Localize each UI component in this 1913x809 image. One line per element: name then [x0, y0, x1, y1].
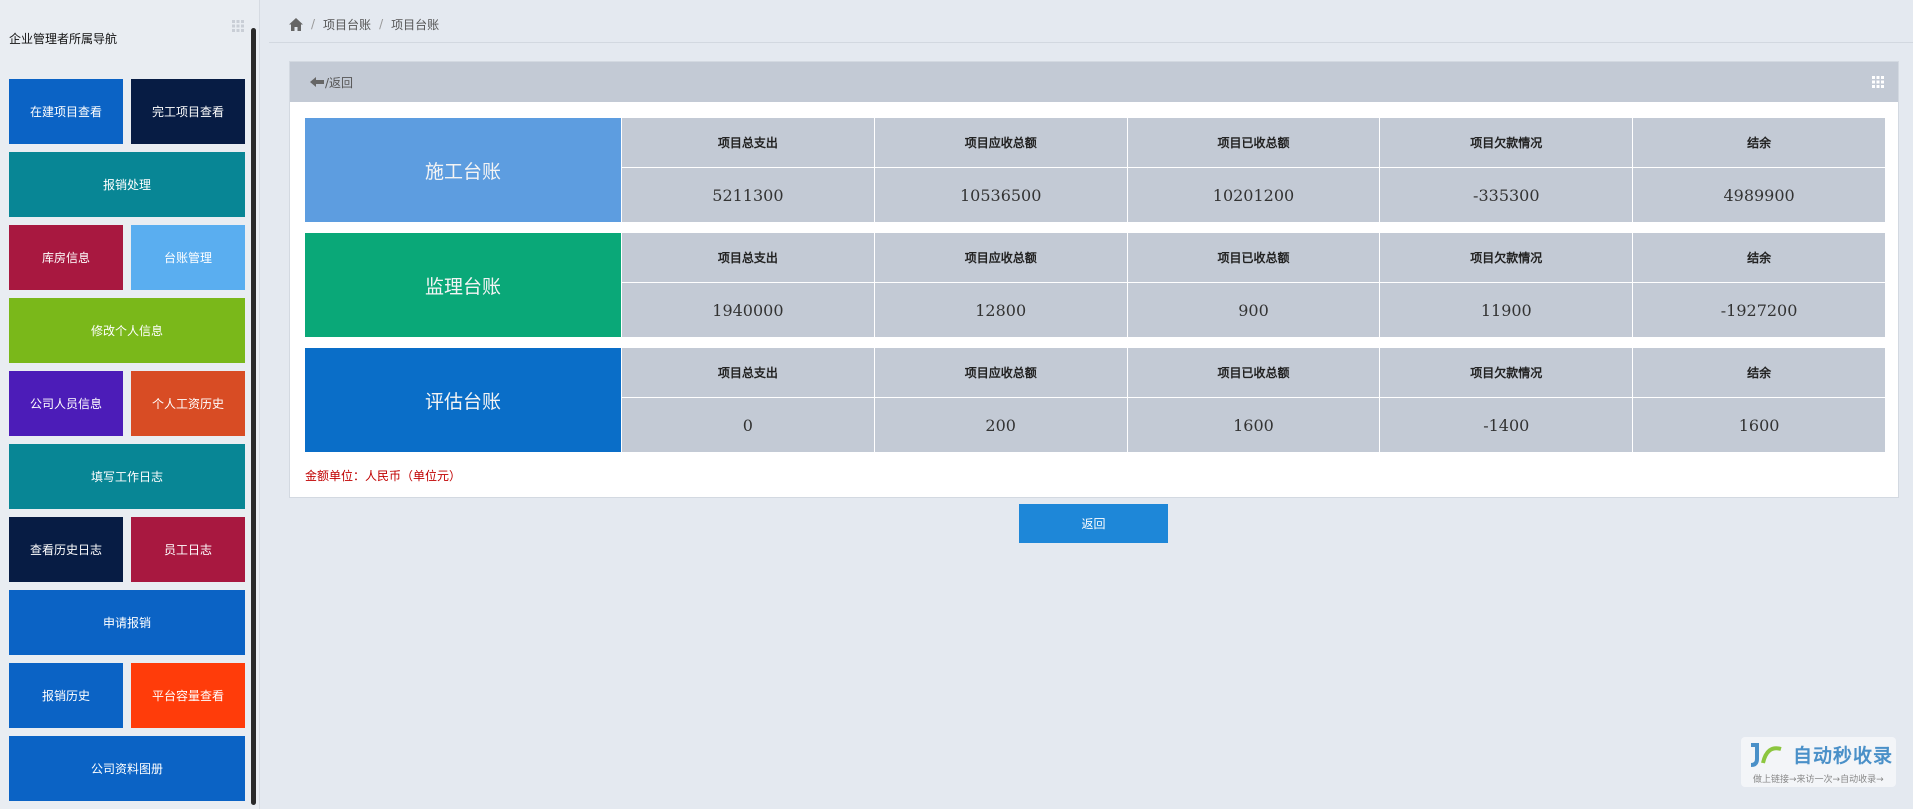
ledger-label: 施工台账	[305, 118, 621, 222]
tile-label: 台账管理	[163, 251, 212, 265]
value-cell: 10536500	[873, 168, 1127, 222]
tile-salary-history[interactable]: 个人工资历史	[131, 371, 245, 436]
ledger-panel: /返回 施工台账 项目总支出 项目应收总额 项目已收总额 项目欠款情况 结余 5…	[289, 61, 1899, 498]
tile-label: 报销历史	[41, 689, 90, 703]
value-cell: 5211300	[621, 168, 874, 222]
column-header: 项目已收总额	[1126, 118, 1380, 168]
ledger-supervision: 监理台账 项目总支出 项目应收总额 项目已收总额 项目欠款情况 结余 19400…	[305, 233, 1885, 337]
tile-label: 在建项目查看	[29, 105, 102, 119]
value-cell: 1940000	[621, 283, 874, 337]
column-header: 项目应收总额	[873, 118, 1127, 168]
value-cell: 12800	[873, 283, 1127, 337]
ledger-construction: 施工台账 项目总支出 项目应收总额 项目已收总额 项目欠款情况 结余 52113…	[305, 118, 1885, 222]
logo-icon	[1750, 743, 1782, 767]
column-header: 项目应收总额	[873, 233, 1127, 283]
value-cell: 10201200	[1126, 168, 1380, 222]
watermark-subtext: 做上链接→来访一次→自动收录→	[1753, 775, 1884, 785]
column-header: 结余	[1632, 118, 1885, 168]
sidebar-scrollbar[interactable]	[251, 28, 256, 805]
tile-label: 修改个人信息	[90, 324, 163, 338]
column-header: 项目应收总额	[873, 348, 1127, 398]
grid-icon[interactable]	[232, 20, 244, 32]
tile-label: 公司资料图册	[90, 762, 163, 776]
tile-reimbursement-history[interactable]: 报销历史	[9, 663, 123, 728]
column-header: 结余	[1632, 233, 1885, 283]
tile-staff-info[interactable]: 公司人员信息	[9, 371, 123, 436]
column-header: 项目欠款情况	[1379, 233, 1633, 283]
tile-platform-capacity[interactable]: 平台容量查看	[131, 663, 245, 728]
ledger-label: 评估台账	[305, 348, 621, 452]
value-cell: 11900	[1379, 283, 1633, 337]
column-header: 项目已收总额	[1126, 348, 1380, 398]
tile-label: 填写工作日志	[90, 470, 163, 484]
value-cell: 1600	[1126, 398, 1380, 452]
value-cell: 0	[621, 398, 874, 452]
ledger-label: 监理台账	[305, 233, 621, 337]
home-icon[interactable]	[289, 17, 303, 31]
ledger-table: 项目总支出 项目应收总额 项目已收总额 项目欠款情况 结余 1940000 12…	[621, 233, 1885, 337]
tile-label: 公司人员信息	[29, 397, 102, 411]
value-cell: -1400	[1379, 398, 1633, 452]
ledger-table: 项目总支出 项目应收总额 项目已收总额 项目欠款情况 结余 5211300 10…	[621, 118, 1885, 222]
tile-edit-profile[interactable]: 修改个人信息	[9, 298, 245, 363]
watermark-logo: 自动秒收录 做上链接→来访一次→自动收录→	[1741, 737, 1896, 787]
breadcrumb-separator: /	[311, 17, 316, 31]
tile-label: 报销处理	[102, 178, 151, 192]
currency-unit-note: 金额单位：人民币（单位元）	[305, 469, 462, 483]
tile-warehouse-info[interactable]: 库房信息	[9, 225, 123, 290]
column-header: 项目总支出	[621, 118, 874, 168]
tile-label: 完工项目查看	[151, 105, 224, 119]
grid-icon[interactable]	[1872, 76, 1884, 88]
breadcrumb-separator: /	[379, 17, 384, 31]
tile-company-album[interactable]: 公司资料图册	[9, 736, 245, 801]
back-button[interactable]: 返回	[1019, 504, 1168, 543]
breadcrumb: / 项目台账 / 项目台账	[269, 6, 1913, 43]
sidebar-title: 企业管理者所属导航	[9, 32, 118, 46]
ledger-assessment: 评估台账 项目总支出 项目应收总额 项目已收总额 项目欠款情况 结余 0 200…	[305, 348, 1885, 452]
tile-label: 申请报销	[102, 616, 151, 630]
watermark-text: 自动秒收录	[1793, 745, 1894, 767]
value-cell: -1927200	[1632, 283, 1885, 337]
column-header: 项目欠款情况	[1379, 118, 1633, 168]
tile-reimbursement-processing[interactable]: 报销处理	[9, 152, 245, 217]
column-header: 项目欠款情况	[1379, 348, 1633, 398]
column-header: 项目已收总额	[1126, 233, 1380, 283]
tile-ledger-management[interactable]: 台账管理	[131, 225, 245, 290]
breadcrumb-item-current: 项目台账	[391, 17, 440, 32]
arrow-left-icon[interactable]	[310, 77, 324, 87]
tile-staff-logs[interactable]: 员工日志	[131, 517, 245, 582]
tile-write-worklog[interactable]: 填写工作日志	[9, 444, 245, 509]
back-link[interactable]: /返回	[325, 74, 353, 91]
column-header: 结余	[1632, 348, 1885, 398]
value-cell: 1600	[1632, 398, 1885, 452]
column-header: 项目总支出	[621, 233, 874, 283]
breadcrumb-item[interactable]: 项目台账	[323, 16, 371, 33]
value-cell: 200	[873, 398, 1127, 452]
tile-ongoing-projects[interactable]: 在建项目查看	[9, 79, 123, 144]
value-cell: 900	[1126, 283, 1380, 337]
tile-log-history[interactable]: 查看历史日志	[9, 517, 123, 582]
value-cell: -335300	[1379, 168, 1633, 222]
ledger-table: 项目总支出 项目应收总额 项目已收总额 项目欠款情况 结余 0 200 1600…	[621, 348, 1885, 452]
tile-label: 个人工资历史	[151, 397, 224, 411]
tile-completed-projects[interactable]: 完工项目查看	[131, 79, 245, 144]
tile-label: 员工日志	[163, 543, 212, 557]
sidebar: 企业管理者所属导航 在建项目查看 完工项目查看 报销处理 库房信息 台账管理 修…	[0, 0, 260, 809]
tile-label: 查看历史日志	[29, 543, 102, 557]
tile-apply-reimbursement[interactable]: 申请报销	[9, 590, 245, 655]
column-header: 项目总支出	[621, 348, 874, 398]
tile-label: 库房信息	[41, 251, 90, 265]
tile-label: 平台容量查看	[151, 689, 224, 703]
panel-header: /返回	[290, 62, 1898, 102]
value-cell: 4989900	[1632, 168, 1885, 222]
